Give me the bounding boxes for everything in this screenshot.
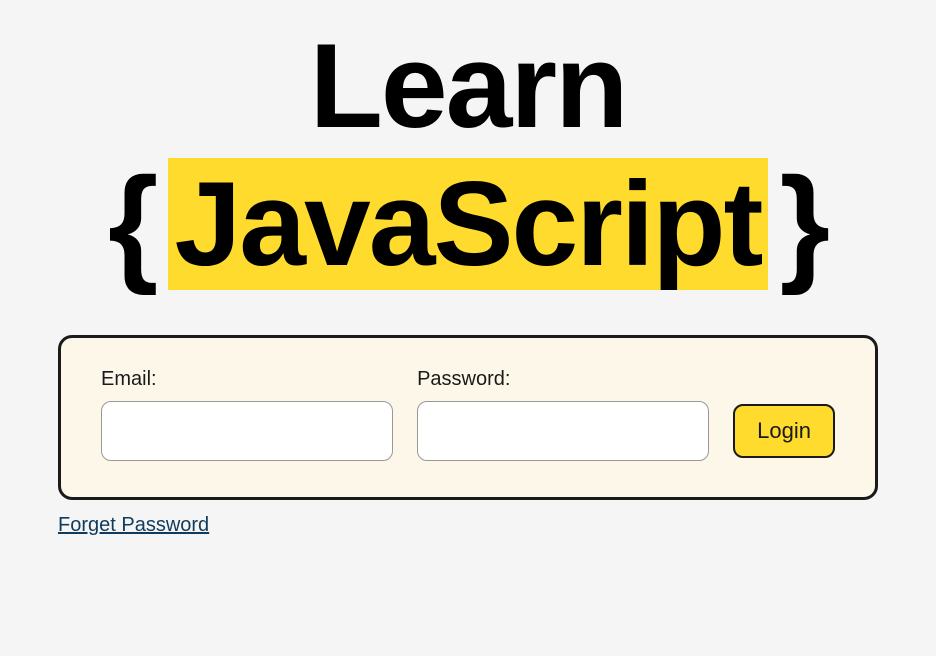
forget-link-container: Forget Password [58, 514, 878, 537]
password-field-group: Password: [417, 368, 709, 461]
password-label: Password: [417, 368, 709, 391]
email-field-group: Email: [101, 368, 393, 461]
brace-right-icon: } [780, 152, 829, 295]
forget-password-link[interactable]: Forget Password [58, 514, 209, 536]
email-input[interactable] [101, 401, 393, 461]
email-label: Email: [101, 368, 393, 391]
brace-left-icon: { [108, 152, 157, 295]
logo-line1: Learn [108, 20, 828, 152]
password-input[interactable] [417, 401, 709, 461]
logo: Learn { JavaScript } [108, 20, 828, 295]
login-button[interactable]: Login [733, 404, 835, 458]
logo-line2: { JavaScript } [108, 152, 828, 295]
login-form: Email: Password: Login [58, 335, 878, 500]
logo-highlight-text: JavaScript [168, 158, 767, 290]
